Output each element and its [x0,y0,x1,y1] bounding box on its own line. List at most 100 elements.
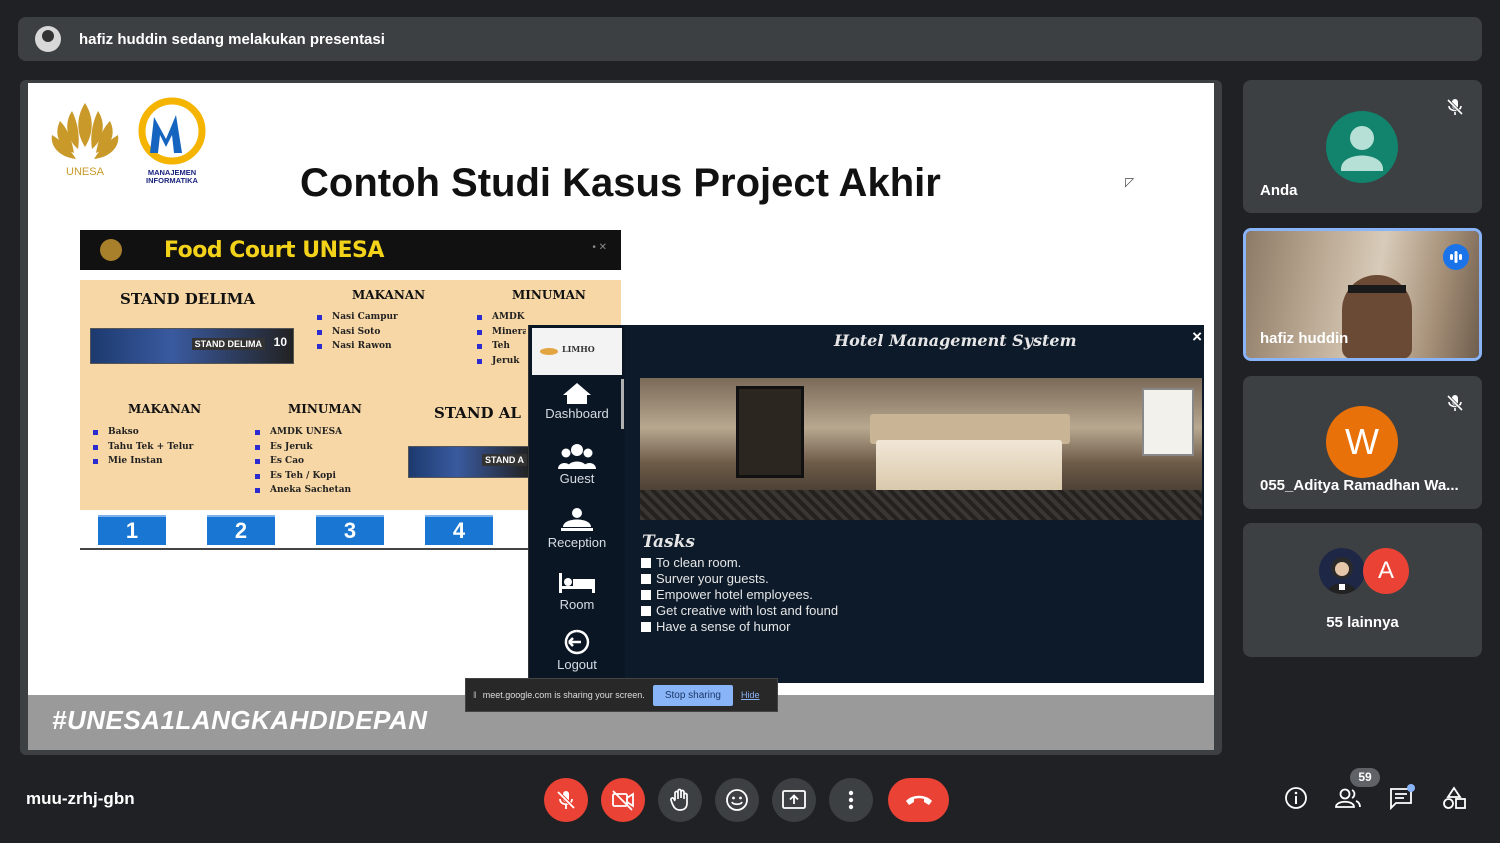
participant-name: 055_Aditya Ramadhan Wa... [1260,477,1459,494]
hotel-sidebar: LIMHO Dashboard Guest Reception Room Log… [528,325,625,683]
mic-off-icon [556,790,576,810]
nav-label: Logout [557,657,597,672]
participant-name: Anda [1260,182,1298,199]
list-item: AMDK UNESA [254,425,351,440]
people-icon [1335,788,1361,808]
list-item: Nasi Soto [316,325,398,340]
tasks-list: To clean room. Surver your guests. Empow… [640,555,838,635]
slide-hashtag: #UNESA1LANGKAHDIDEPAN [52,705,428,735]
presentation-stage: UNESA MANAJEMEN INFORMATIKA Contoh Studi… [20,80,1222,755]
participant-tile-anda[interactable]: Anda [1243,80,1482,213]
nav-label: Reception [547,535,607,550]
unesa-logo: UNESA [46,95,124,181]
stand-delima-image: STAND DELIMA 10 [90,328,294,364]
video-person-glasses [1348,285,1406,293]
participant-photo-avatar [1319,548,1365,594]
list-item: Tahu Tek + Telur [92,440,193,455]
raise-hand-button[interactable] [658,778,702,822]
hotel-app-title: Hotel Management System [834,331,1077,350]
meeting-code: muu-zrhj-gbn [26,789,135,808]
mic-off-icon [1446,98,1464,116]
hotel-brand-text: LIMHO [562,344,595,354]
stand-number-2: 2 [207,515,275,545]
camera-toggle-button[interactable] [601,778,645,822]
shapes-icon [1443,786,1466,809]
leave-call-button[interactable] [888,778,949,822]
nav-item-dashboard: Dashboard [529,381,625,421]
photo-bed [876,440,1062,494]
participant-tile-hafiz[interactable]: hafiz huddin [1243,228,1482,361]
nav-item-reception: Reception [529,507,625,550]
nav-label: Guest [559,471,595,486]
stand-number-3: 3 [316,515,384,545]
share-message: meet.google.com is sharing your screen. [482,690,645,700]
emoji-icon [726,789,748,811]
phone-hangup-icon [905,795,932,805]
participant-count-badge: 59 [1350,768,1380,787]
manajemen-informatika-logo: MANAJEMEN INFORMATIKA [136,95,212,185]
drag-handle-icon[interactable]: ‖ [473,690,477,700]
bedroom-photo [640,378,1202,520]
task-item: Surver your guests. [640,571,838,587]
logout-icon [564,629,590,655]
present-screen-button[interactable] [772,778,816,822]
slide-title: Contoh Studi Kasus Project Akhir [300,161,941,205]
participant-name: hafiz huddin [1260,330,1349,347]
nav-item-room: Room [529,571,625,612]
camera-off-icon [612,790,634,811]
nav-label: Room [559,597,595,612]
stop-sharing-button[interactable]: Stop sharing [652,684,733,706]
activities-button[interactable] [1439,783,1469,813]
photo-window [1142,388,1194,456]
person-icon [1341,126,1383,171]
task-item: Get creative with lost and found [640,603,838,619]
bed-icon [559,573,595,593]
hotel-management-screenshot: LIMHO Dashboard Guest Reception Room Log… [528,325,1204,683]
tasks-heading: Tasks [642,532,695,552]
list-item: Mie Instan [92,454,193,469]
microphone-toggle-button[interactable] [544,778,588,822]
list-item: Es Teh / Kopi [254,469,351,484]
list-item: Nasi Campur [316,310,398,325]
stand-number-4: 4 [425,515,493,545]
present-screen-icon [782,790,806,809]
nav-label: Dashboard [545,406,609,421]
hide-share-bar-link[interactable]: Hide [741,690,760,700]
more-participants-tile[interactable]: A 55 lainnya [1243,523,1482,657]
nav-item-logout: Logout [529,629,625,672]
avatar [1326,111,1398,183]
shared-slide: UNESA MANAJEMEN INFORMATIKA Contoh Studi… [28,83,1214,695]
reception-bell-icon [561,508,593,531]
new-message-dot [1407,784,1415,792]
list-item: Mineral [476,325,526,340]
photo-door [736,386,804,478]
list-item: Teh [476,339,526,354]
stand-al-image: STAND A [408,446,530,478]
more-options-button[interactable] [829,778,873,822]
food-court-header: Food Court UNESA • ✕ [80,230,621,270]
hotel-brand-logo: LIMHO [532,328,622,375]
minuman-list-1: AMDK UNESA Mineral Teh Jeruk [476,310,526,368]
presenter-avatar [35,26,61,52]
speaking-indicator-icon [1443,244,1469,270]
minuman-list-2: AMDK UNESA Es Jeruk Es Cao Es Teh / Kopi… [254,425,351,498]
nav-item-guest: Guest [529,443,625,486]
participant-tile-aditya[interactable]: W 055_Aditya Ramadhan Wa... [1243,376,1482,509]
stand-al-image-label: STAND A [482,454,527,466]
list-item: Bakso [92,425,193,440]
list-item: Es Jeruk [254,440,351,455]
photo-rug [640,490,1202,520]
screen-share-notification: ‖ meet.google.com is sharing your screen… [465,678,778,712]
stand-delima-image-label: STAND DELIMA [191,338,265,350]
avatar: W [1326,406,1398,478]
makanan-heading-2: MAKANAN [128,402,202,416]
makanan-list-1: Nasi Campur Nasi Soto Nasi Rawon [316,310,398,354]
food-court-logo-icon [100,239,122,261]
unesa-logo-text: UNESA [66,166,105,178]
reactions-button[interactable] [715,778,759,822]
info-icon [1285,787,1307,809]
task-item: To clean room. [640,555,838,571]
stand-al-heading: STAND AL [434,404,521,422]
meeting-details-button[interactable] [1281,783,1311,813]
show-everyone-button[interactable] [1333,783,1363,813]
